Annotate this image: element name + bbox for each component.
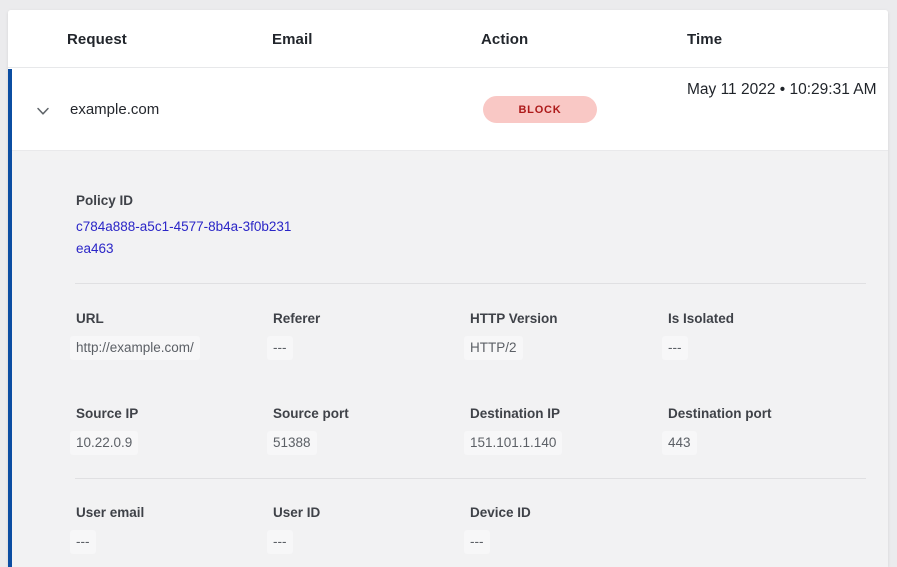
field-value-text: ---	[267, 336, 293, 360]
field-value: HTTP/2	[470, 338, 660, 358]
field-label: HTTP Version	[470, 309, 660, 329]
field-value: ---	[470, 532, 660, 552]
policy-id-link[interactable]: c784a888-a5c1-4577-8b4a-3f0b231ea463	[76, 216, 296, 259]
column-header-time: Time	[687, 10, 722, 68]
field-value: 51388	[273, 433, 463, 453]
row-details-panel: Policy ID c784a888-a5c1-4577-8b4a-3f0b23…	[8, 150, 888, 567]
field-value: 151.101.1.140	[470, 433, 660, 453]
field-value: 10.22.0.9	[76, 433, 266, 453]
field-label: Is Isolated	[668, 309, 858, 329]
field-label: URL	[76, 309, 266, 329]
chevron-down-icon[interactable]	[34, 102, 52, 120]
field-value-text: HTTP/2	[464, 336, 523, 360]
divider	[75, 283, 866, 284]
field-value-text: 51388	[267, 431, 317, 455]
field-user-email: User email ---	[76, 503, 266, 552]
field-destination-ip: Destination IP 151.101.1.140	[470, 404, 660, 453]
column-header-request: Request	[67, 10, 127, 68]
field-label: Device ID	[470, 503, 660, 523]
column-header-email: Email	[272, 10, 313, 68]
field-value-text: http://example.com/	[70, 336, 200, 360]
field-value: ---	[273, 532, 463, 552]
field-value-text: 10.22.0.9	[70, 431, 138, 455]
table-header: Request Email Action Time	[8, 10, 888, 68]
field-value-text: 443	[662, 431, 697, 455]
field-label: User email	[76, 503, 266, 523]
field-destination-port: Destination port 443	[668, 404, 858, 453]
field-value: ---	[76, 532, 266, 552]
field-source-ip: Source IP 10.22.0.9	[76, 404, 266, 453]
field-value-text: 151.101.1.140	[464, 431, 562, 455]
field-value: http://example.com/	[76, 338, 266, 358]
field-value: ---	[668, 338, 858, 358]
column-header-action: Action	[481, 10, 528, 68]
field-url: URL http://example.com/	[76, 309, 266, 358]
policy-id-label: Policy ID	[76, 191, 133, 211]
field-value: ---	[273, 338, 463, 358]
field-label: User ID	[273, 503, 463, 523]
field-referer: Referer ---	[273, 309, 463, 358]
field-source-port: Source port 51388	[273, 404, 463, 453]
field-value-text: ---	[464, 530, 490, 554]
field-value-text: ---	[70, 530, 96, 554]
expanded-row-accent-bar	[8, 69, 12, 567]
field-label: Destination port	[668, 404, 858, 424]
field-label: Source IP	[76, 404, 266, 424]
field-label: Source port	[273, 404, 463, 424]
field-http-version: HTTP Version HTTP/2	[470, 309, 660, 358]
row-time-cell: May 11 2022 • 10:29:31 AM	[687, 78, 879, 102]
field-value: 443	[668, 433, 858, 453]
field-is-isolated: Is Isolated ---	[668, 309, 858, 358]
field-device-id: Device ID ---	[470, 503, 660, 552]
field-value-text: ---	[662, 336, 688, 360]
action-badge-block: BLOCK	[483, 96, 597, 123]
field-user-id: User ID ---	[273, 503, 463, 552]
field-label: Destination IP	[470, 404, 660, 424]
divider	[75, 478, 866, 479]
log-viewer: Request Email Action Time example.com BL…	[0, 0, 897, 567]
field-label: Referer	[273, 309, 463, 329]
log-row-expanded[interactable]: example.com BLOCK May 11 2022 • 10:29:31…	[8, 69, 888, 150]
field-value-text: ---	[267, 530, 293, 554]
request-domain: example.com	[70, 100, 159, 120]
